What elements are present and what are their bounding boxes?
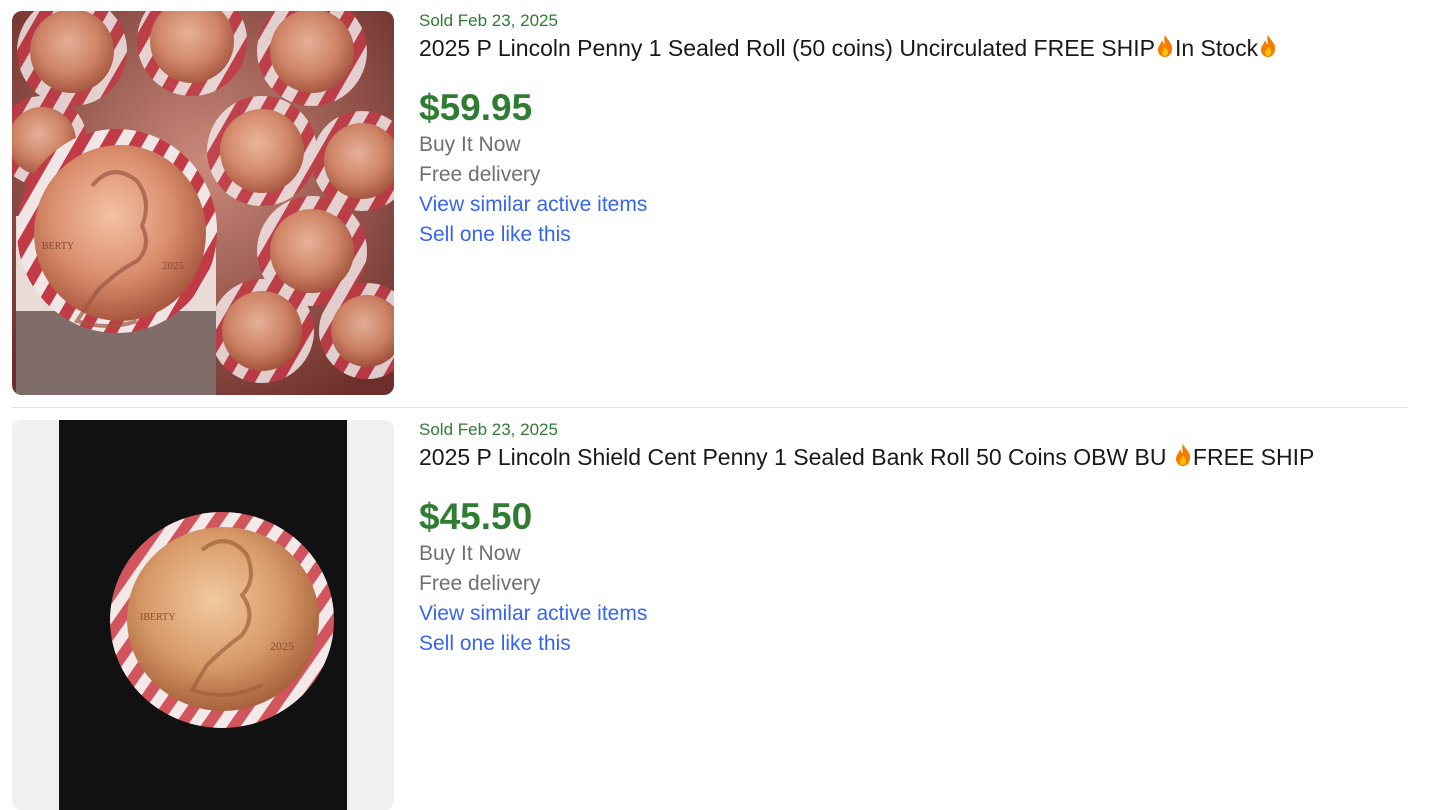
purchase-format: Buy It Now [419, 133, 521, 156]
listing-image[interactable]: IBERTY 2025 [12, 420, 394, 810]
fire-icon [1259, 34, 1277, 66]
listing-divider [11, 407, 1408, 408]
title-text: 2025 P Lincoln Penny 1 Sealed Roll (50 c… [419, 35, 1155, 61]
fire-icon [1174, 443, 1192, 475]
svg-text:2025: 2025 [270, 639, 294, 653]
sold-date: Sold Feb 23, 2025 [419, 11, 558, 30]
view-similar-link[interactable]: View similar active items [419, 599, 1420, 629]
svg-text:2025: 2025 [162, 260, 185, 272]
listing-price: $45.50 [419, 496, 533, 537]
sell-one-link[interactable]: Sell one like this [419, 629, 1420, 659]
listing-card: IBERTY 2025 Sold Feb 23, 2025 2025 P Lin… [0, 409, 1440, 810]
sold-date: Sold Feb 23, 2025 [419, 420, 558, 439]
fire-icon [1156, 34, 1174, 66]
svg-text:BERTY: BERTY [42, 241, 74, 252]
listing-title-link[interactable]: 2025 P Lincoln Shield Cent Penny 1 Seale… [419, 441, 1420, 473]
view-similar-link[interactable]: View similar active items [419, 190, 1420, 220]
listing-info: Sold Feb 23, 2025 2025 P Lincoln Shield … [419, 419, 1420, 659]
listing-info: Sold Feb 23, 2025 2025 P Lincoln Penny 1… [419, 10, 1420, 250]
svg-text:IBERTY: IBERTY [140, 612, 176, 623]
delivery-info: Free delivery [419, 163, 541, 186]
listing-title-link[interactable]: 2025 P Lincoln Penny 1 Sealed Roll (50 c… [419, 32, 1420, 64]
purchase-format: Buy It Now [419, 542, 521, 565]
sell-one-link[interactable]: Sell one like this [419, 220, 1420, 250]
title-text-suffix: In Stock [1174, 35, 1259, 61]
penny-roll-photo-icon: BERTY 2025 [12, 11, 394, 395]
delivery-info: Free delivery [419, 572, 541, 595]
title-text: 2025 P Lincoln Shield Cent Penny 1 Seale… [419, 444, 1173, 470]
listing-price: $59.95 [419, 87, 533, 128]
listing-image[interactable]: BERTY 2025 [12, 11, 394, 395]
title-text-suffix: FREE SHIP [1192, 444, 1315, 470]
listing-card: BERTY 2025 Sold Feb 23, 2025 2025 P Linc… [0, 0, 1440, 408]
penny-roll-photo-icon: IBERTY 2025 [12, 420, 394, 810]
